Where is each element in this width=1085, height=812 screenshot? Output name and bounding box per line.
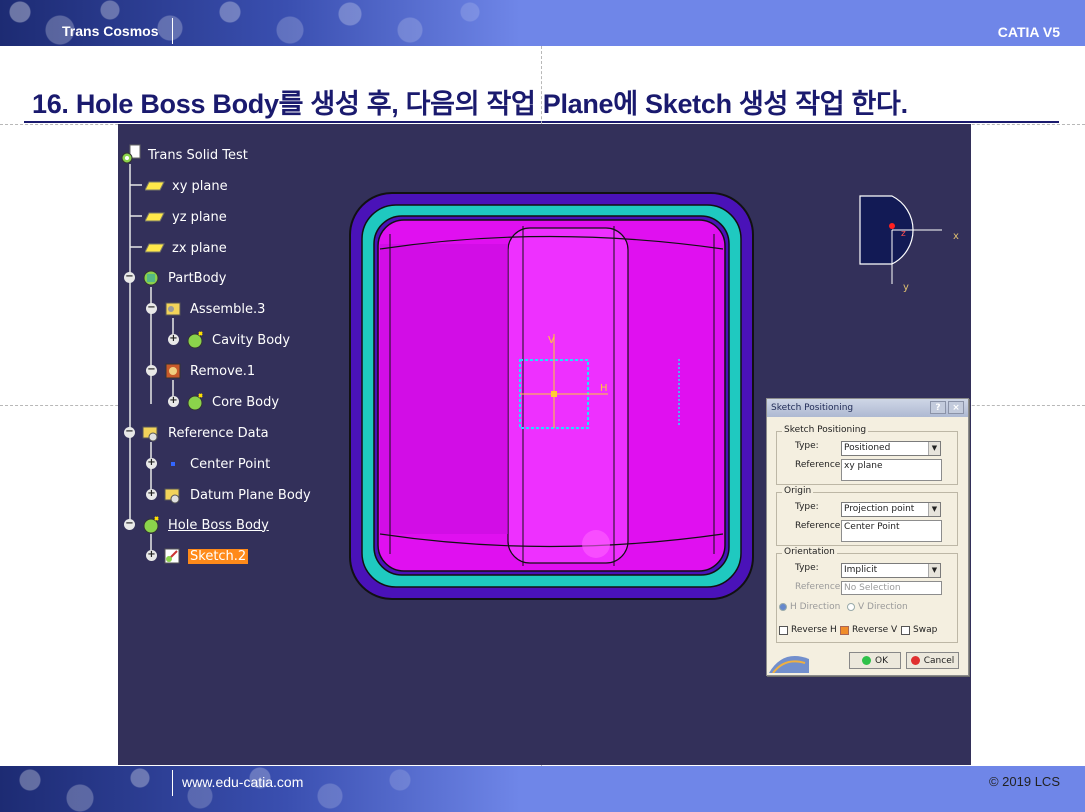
checkbox-icon	[779, 625, 788, 635]
expand-icon[interactable]: +	[146, 489, 157, 500]
reference-label: Reference:	[795, 582, 844, 592]
tree-item-cavity-body[interactable]: Cavity Body	[184, 329, 292, 351]
product-name: CATIA V5	[997, 24, 1060, 40]
sketch-icon	[162, 546, 184, 566]
tree-item-datum-plane-body[interactable]: Datum Plane Body	[162, 484, 313, 506]
type-label: Type:	[795, 502, 819, 512]
header-divider	[172, 18, 173, 44]
expand-icon[interactable]: +	[168, 396, 179, 407]
origin-group: Origin Type: Projection point ▼ Referenc…	[776, 486, 958, 546]
geometrical-set-icon	[140, 423, 162, 443]
cancel-button[interactable]: Cancel	[906, 652, 959, 669]
chevron-down-icon[interactable]: ▼	[928, 442, 940, 455]
part-document-icon	[120, 144, 142, 165]
body-icon	[140, 268, 162, 288]
body-icon	[184, 330, 206, 350]
reference-label: Reference:	[795, 521, 844, 531]
tree-item-assemble[interactable]: Assemble.3	[162, 298, 267, 320]
axis-h-label: H	[600, 382, 608, 394]
orientation-type-select[interactable]: Implicit ▼	[841, 563, 941, 578]
origin-reference-field[interactable]: Center Point	[841, 520, 942, 542]
dialog-title: Sketch Positioning	[771, 403, 854, 413]
chevron-down-icon[interactable]: ▼	[928, 564, 940, 577]
body-icon	[140, 515, 162, 535]
catia-viewport[interactable]: V H z x y Trans Solid Test xy plane yz p…	[118, 124, 971, 765]
type-label: Type:	[795, 441, 819, 451]
radio-icon	[779, 603, 787, 611]
radio-icon	[847, 603, 855, 611]
help-button[interactable]: ?	[930, 401, 946, 414]
ok-icon	[862, 656, 871, 665]
group-label: Sketch Positioning	[782, 425, 869, 435]
compass-y-label: y	[903, 281, 909, 293]
tree-item-yz-plane[interactable]: yz plane	[144, 206, 229, 228]
group-label: Origin	[782, 486, 814, 496]
tree-item-sketch[interactable]: Sketch.2	[162, 545, 249, 567]
orientation-reference-field[interactable]: No Selection	[841, 581, 942, 595]
orientation-group: Orientation Type: Implicit ▼ Reference: …	[776, 547, 958, 643]
axis-v-label: V	[548, 334, 555, 346]
header-band: Trans Cosmos CATIA V5	[0, 0, 1085, 46]
group-label: Orientation	[782, 547, 837, 557]
dialog-title-buttons: ? ×	[930, 401, 964, 414]
footer-copyright: © 2019 LCS	[988, 774, 1060, 789]
collapse-icon[interactable]: −	[124, 519, 135, 530]
tree-item-partbody[interactable]: PartBody	[140, 267, 228, 289]
specification-tree: Trans Solid Test xy plane yz plane zx pl…	[118, 124, 378, 584]
tree-item-hole-boss-body[interactable]: Hole Boss Body	[140, 514, 271, 536]
point-icon	[162, 454, 184, 474]
compass-x-label: x	[953, 230, 959, 242]
cancel-icon	[910, 656, 920, 665]
tree-root[interactable]: Trans Solid Test	[120, 144, 250, 166]
swap-checkbox[interactable]: Swap	[901, 625, 937, 635]
assemble-icon	[162, 299, 184, 319]
origin-type-select[interactable]: Projection point ▼	[841, 502, 941, 517]
tree-item-reference-data[interactable]: Reference Data	[140, 422, 271, 444]
geometrical-set-icon	[162, 485, 184, 505]
sketch-positioning-group: Sketch Positioning Type: Positioned ▼ Re…	[776, 425, 958, 485]
footer-band: www.edu-catia.com © 2019 LCS	[0, 766, 1085, 812]
reference-label: Reference:	[795, 460, 844, 470]
tree-item-xy-plane[interactable]: xy plane	[144, 175, 230, 197]
collapse-icon[interactable]: −	[146, 303, 157, 314]
sketch-reference-field[interactable]: xy plane	[841, 459, 942, 481]
footer-divider	[172, 770, 173, 796]
sketch-type-select[interactable]: Positioned ▼	[841, 441, 941, 456]
body-icon	[184, 392, 206, 412]
tree-item-remove[interactable]: Remove.1	[162, 360, 257, 382]
tree-item-center-point[interactable]: Center Point	[162, 453, 272, 475]
checkbox-icon	[901, 625, 910, 635]
catia-logo-icon	[769, 656, 809, 673]
close-button[interactable]: ×	[948, 401, 964, 414]
reverse-h-checkbox[interactable]: Reverse H	[779, 625, 837, 635]
compass-z-label: z	[901, 229, 906, 239]
collapse-icon[interactable]: −	[146, 365, 157, 376]
company-name: Trans Cosmos	[62, 23, 159, 39]
ok-button[interactable]: OK	[849, 652, 901, 669]
plane-icon	[144, 176, 166, 196]
expand-icon[interactable]: +	[168, 334, 179, 345]
type-label: Type:	[795, 563, 819, 573]
h-direction-option[interactable]: H Direction	[779, 602, 840, 612]
collapse-icon[interactable]: −	[124, 272, 135, 283]
footer-url[interactable]: www.edu-catia.com	[182, 774, 303, 790]
checkbox-checked-icon	[840, 625, 849, 635]
remove-icon	[162, 361, 184, 381]
collapse-icon[interactable]: −	[124, 427, 135, 438]
expand-icon[interactable]: +	[146, 550, 157, 561]
expand-icon[interactable]: +	[146, 458, 157, 469]
v-direction-option[interactable]: V Direction	[847, 602, 908, 612]
chevron-down-icon[interactable]: ▼	[928, 503, 940, 516]
tree-item-zx-plane[interactable]: zx plane	[144, 237, 229, 259]
plane-icon	[144, 207, 166, 227]
slide-title: 16. Hole Boss Body를 생성 후, 다음의 작업 Plane에 …	[32, 89, 908, 119]
plane-icon	[144, 238, 166, 258]
sketch-positioning-dialog[interactable]: Sketch Positioning ? × Sketch Positionin…	[766, 398, 969, 676]
tree-item-core-body[interactable]: Core Body	[184, 391, 281, 413]
reverse-v-checkbox[interactable]: Reverse V	[840, 625, 897, 635]
